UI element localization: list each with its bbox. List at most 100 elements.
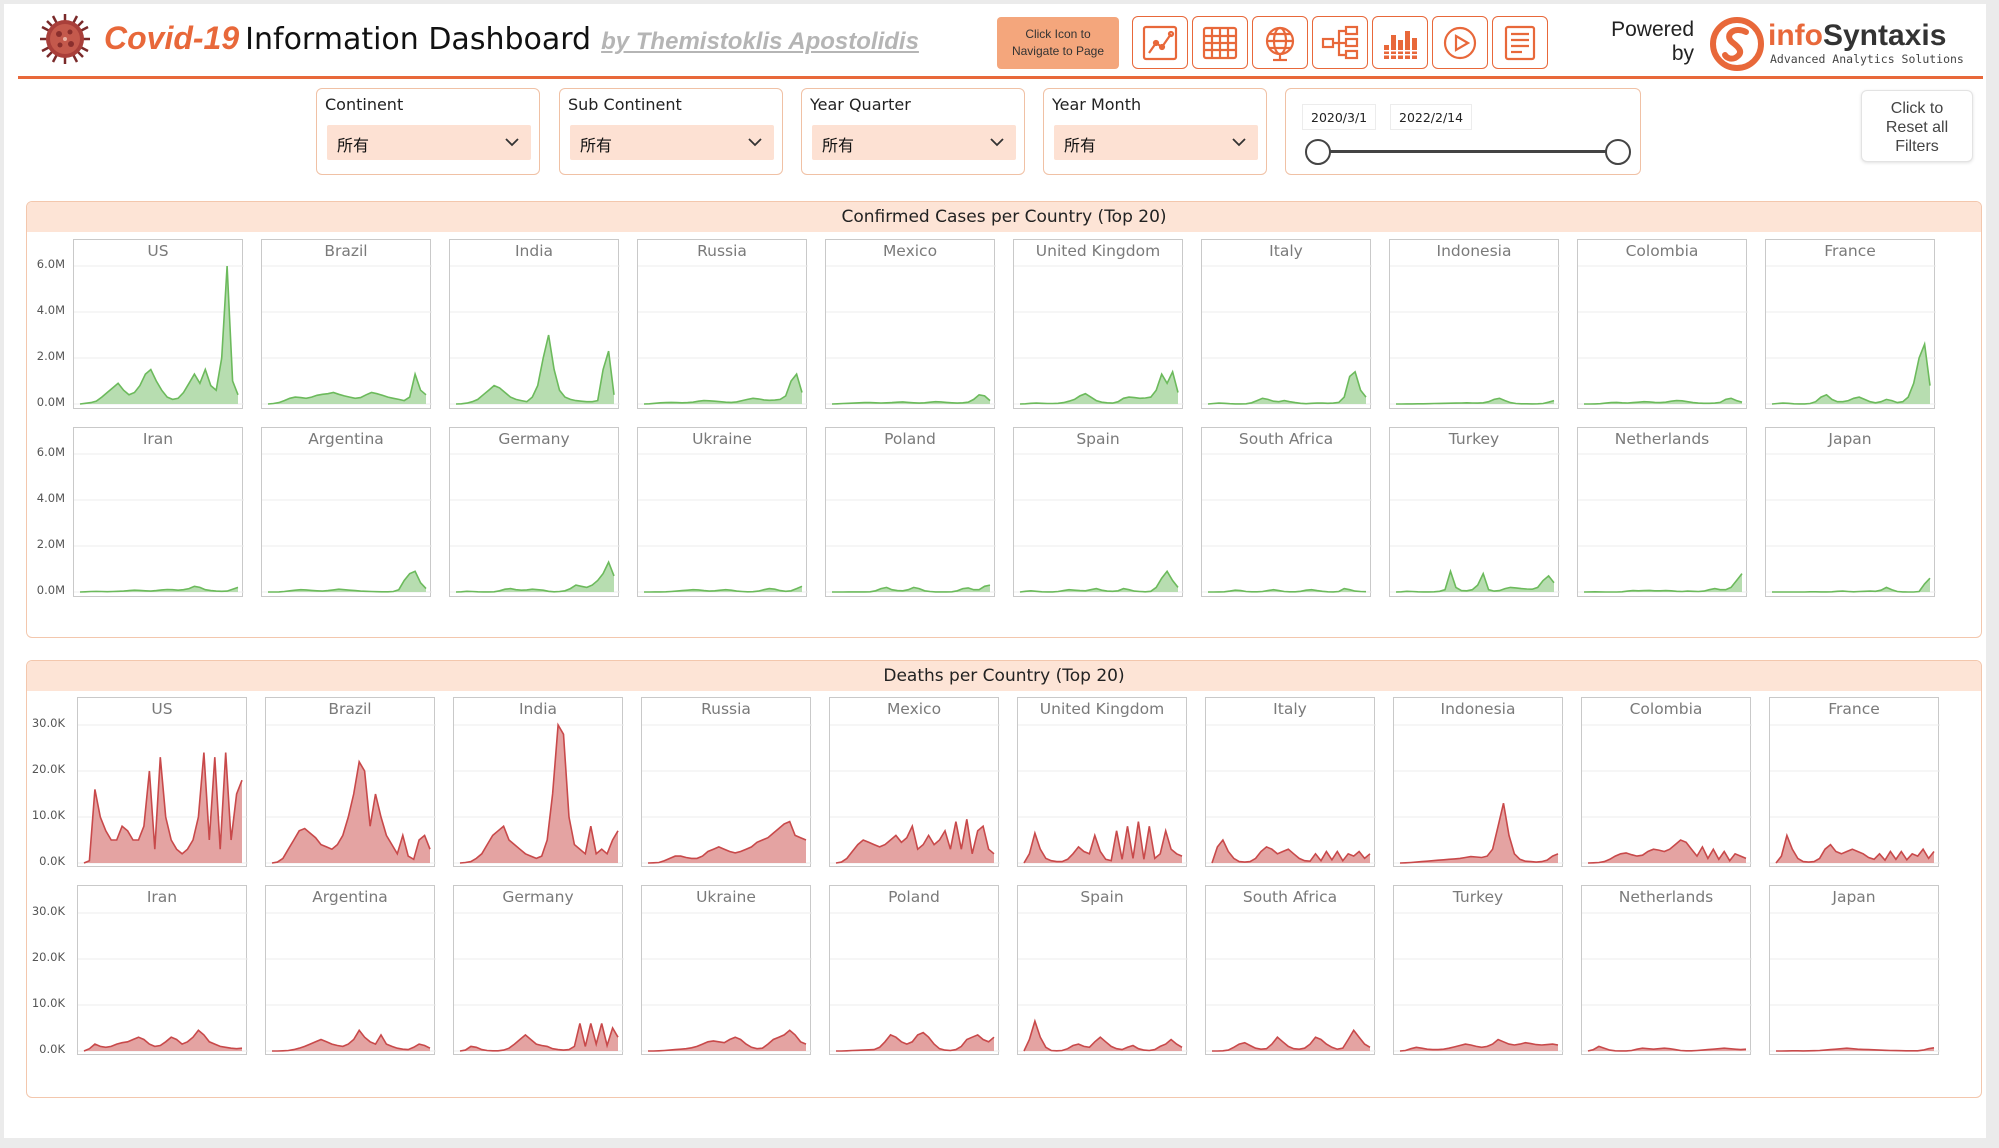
reset-line-2: Reset all [1885, 119, 1949, 136]
chart-italy[interactable]: Italy [1205, 697, 1376, 867]
chart-us[interactable]: US [73, 239, 244, 409]
chart-turkey[interactable]: Turkey [1389, 427, 1560, 597]
nav-button-play[interactable] [1432, 16, 1488, 69]
country-name: Indonesia [1440, 700, 1516, 718]
area-plot [74, 453, 244, 593]
series-line-france [1771, 341, 1931, 405]
area-plot [78, 912, 248, 1052]
chart-turkey[interactable]: Turkey [1393, 885, 1564, 1055]
series-line-japan [1772, 577, 1931, 593]
chart-indonesia[interactable]: Indonesia [1393, 697, 1564, 867]
year-month-dropdown[interactable]: 所有 [1054, 125, 1258, 160]
chart-spain[interactable]: Spain [1017, 885, 1188, 1055]
country-name: Iran [142, 430, 174, 448]
chart-france[interactable]: France [1769, 697, 1940, 867]
chart-france[interactable]: France [1765, 239, 1936, 409]
area-plot [830, 724, 1000, 864]
chart-netherlands[interactable]: Netherlands [1577, 427, 1748, 597]
country-name: Russia [701, 700, 751, 718]
sub-continent-dropdown[interactable]: 所有 [570, 125, 774, 160]
nav-button-trend[interactable] [1132, 16, 1188, 69]
chart-argentina[interactable]: Argentina [261, 427, 432, 597]
title-covid: Covid-19 [104, 20, 240, 56]
chart-south-africa[interactable]: South Africa [1201, 427, 1372, 597]
y-tick-label: 30.0K [31, 716, 65, 730]
chart-ukraine[interactable]: Ukraine [641, 885, 812, 1055]
area-plot [454, 722, 624, 864]
area-plot [1766, 265, 1936, 405]
area-plot [1390, 265, 1560, 405]
area-plot [826, 265, 996, 405]
date-slider-end-handle[interactable] [1605, 139, 1631, 165]
chart-germany[interactable]: Germany [449, 427, 620, 597]
chart-us[interactable]: US [77, 697, 248, 867]
chart-iran[interactable]: Iran [77, 885, 248, 1055]
filter-continent: Continent 所有 [316, 88, 540, 175]
chart-poland[interactable]: Poland [825, 427, 996, 597]
chart-russia[interactable]: Russia [641, 697, 812, 867]
chart-colombia[interactable]: Colombia [1581, 697, 1752, 867]
country-name: United Kingdom [1035, 242, 1161, 260]
chart-brazil[interactable]: Brazil [261, 239, 432, 409]
series-area-argentina [272, 1030, 430, 1051]
chart-mexico[interactable]: Mexico [829, 697, 1000, 867]
reset-filters-button[interactable]: Click to Reset all Filters [1861, 90, 1973, 162]
date-start-field[interactable]: 2020/3/1 [1302, 104, 1377, 130]
trend-chart-icon [1142, 25, 1178, 60]
globe-icon [1265, 26, 1295, 61]
chart-united-kingdom[interactable]: United Kingdom [1013, 239, 1184, 409]
country-name: Argentina [308, 430, 384, 448]
chart-germany[interactable]: Germany [453, 885, 624, 1055]
chart-ukraine[interactable]: Ukraine [637, 427, 808, 597]
date-slider-track[interactable] [1318, 150, 1618, 153]
series-line-indonesia [1399, 803, 1559, 864]
nav-button-table[interactable] [1192, 16, 1248, 69]
powered-by-line-1: Powered [1611, 18, 1694, 41]
country-name: Argentina [312, 888, 388, 906]
chart-poland[interactable]: Poland [829, 885, 1000, 1055]
chart-indonesia[interactable]: Indonesia [1389, 239, 1560, 409]
series-line-india [459, 722, 619, 864]
area-plot [1390, 453, 1560, 593]
chart-india[interactable]: India [453, 697, 624, 867]
chart-iran[interactable]: Iran [73, 427, 244, 597]
y-tick-label: 10.0K [31, 808, 65, 822]
country-name: South Africa [1238, 430, 1334, 448]
chart-colombia[interactable]: Colombia [1577, 239, 1748, 409]
year-quarter-dropdown[interactable]: 所有 [812, 125, 1016, 160]
y-tick-label: 0.0K [39, 1042, 65, 1056]
chart-united-kingdom[interactable]: United Kingdom [1017, 697, 1188, 867]
country-name: Colombia [1625, 242, 1699, 260]
chart-mexico[interactable]: Mexico [825, 239, 996, 409]
nav-button-report[interactable] [1492, 16, 1548, 69]
nav-button-matrix[interactable] [1372, 16, 1428, 69]
chart-india[interactable]: India [449, 239, 620, 409]
area-plot [1578, 453, 1748, 593]
author-byline[interactable]: by Themistoklis Apostolidis [601, 28, 919, 55]
series-line-russia [643, 372, 803, 405]
series-area-indonesia [1400, 803, 1558, 863]
series-area-united-kingdom [1020, 371, 1178, 404]
chart-italy[interactable]: Italy [1201, 239, 1372, 409]
continent-dropdown[interactable]: 所有 [327, 125, 531, 160]
nav-button-hierarchy[interactable] [1312, 16, 1368, 69]
chart-japan[interactable]: Japan [1765, 427, 1936, 597]
country-name: Brazil [328, 700, 372, 718]
chart-netherlands[interactable]: Netherlands [1581, 885, 1752, 1055]
date-range-slicer: 2020/3/1 2022/2/14 [1285, 88, 1641, 175]
dashboard-page: Covid-19 Information Dashboard by Themisto… [4, 4, 1986, 1138]
date-slider-start-handle[interactable] [1305, 139, 1331, 165]
chart-spain[interactable]: Spain [1013, 427, 1184, 597]
grid-table-icon [1202, 26, 1238, 59]
area-plot [1202, 265, 1372, 405]
country-name: Mexico [882, 242, 938, 260]
nav-button-map[interactable] [1252, 16, 1308, 69]
chart-russia[interactable]: Russia [637, 239, 808, 409]
date-end-field[interactable]: 2022/2/14 [1390, 104, 1473, 130]
chart-south-africa[interactable]: South Africa [1205, 885, 1376, 1055]
area-plot [1770, 912, 1940, 1052]
deaths-panel: Deaths per Country (Top 20) 30.0K 20.0K 10… [26, 660, 1982, 1098]
chart-brazil[interactable]: Brazil [265, 697, 436, 867]
chart-argentina[interactable]: Argentina [265, 885, 436, 1055]
chart-japan[interactable]: Japan [1769, 885, 1940, 1055]
